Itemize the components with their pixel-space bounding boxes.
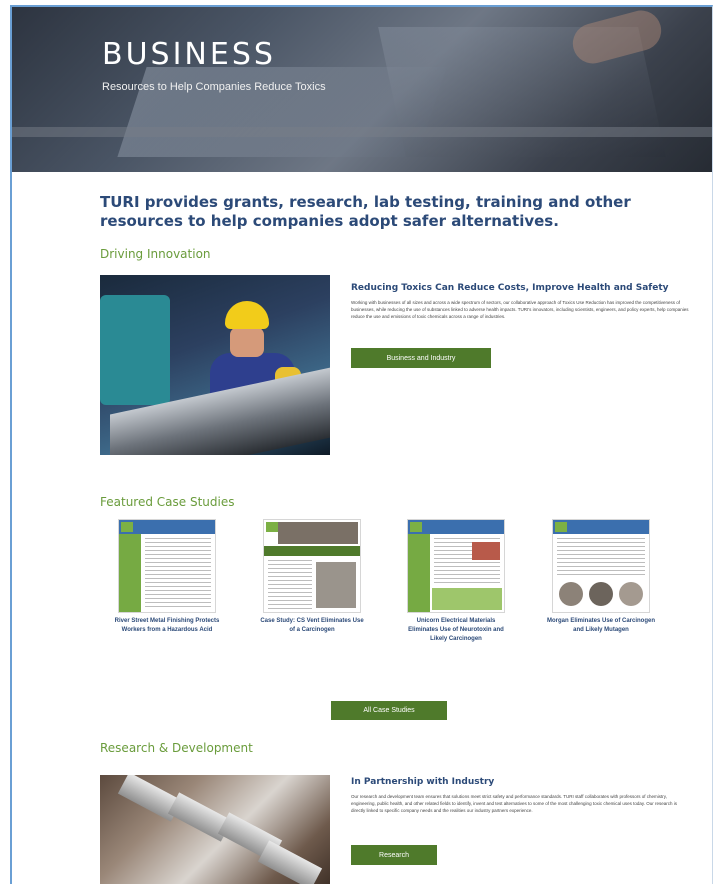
hero-banner: BUSINESS Resources to Help Companies Red… [12,7,712,172]
case-study-card[interactable]: Unicorn Electrical Materials Eliminates … [401,519,511,644]
research-button[interactable]: Research [351,845,437,865]
thumbnail-header [553,520,649,534]
feature-body-reducing-toxics: Working with businesses of all sizes and… [351,300,689,320]
research-photo [100,775,330,884]
case-study-link[interactable]: Unicorn Electrical Materials Eliminates … [401,617,511,644]
case-study-card[interactable]: River Street Metal Finishing Protects Wo… [112,519,222,635]
case-study-thumbnail[interactable] [118,519,216,613]
all-case-studies-button[interactable]: All Case Studies [331,701,447,720]
thumbnail-text [557,538,645,578]
page-title: BUSINESS [102,37,276,72]
feature-title-reducing-toxics[interactable]: Reducing Toxics Can Reduce Costs, Improv… [351,283,669,293]
case-study-link[interactable]: Morgan Eliminates Use of Carcinogen and … [546,617,656,635]
feature-body-partnership: Our research and development team ensure… [351,794,678,814]
thumbnail-sidebar [408,534,430,612]
thumbnail-text [145,538,211,608]
thumbnail-photo [278,522,358,544]
thumbnail-photo [559,582,583,606]
thumbnail-sidebar [119,534,141,612]
case-study-thumbnail[interactable] [552,519,650,613]
thumbnail-callout [432,588,502,610]
metal-blade [257,840,323,884]
hero-photo-rail [12,127,712,137]
turi-logo-icon [555,522,567,532]
page-frame: BUSINESS Resources to Help Companies Red… [10,5,713,884]
machine-shape [100,295,170,405]
worker-face [230,327,264,357]
turi-logo-icon [266,522,278,532]
case-study-thumbnail[interactable] [263,519,361,613]
section-heading-driving-innovation: Driving Innovation [100,247,211,261]
turi-logo-icon [410,522,422,532]
feature-title-partnership[interactable]: In Partnership with Industry [351,777,494,787]
case-study-link[interactable]: River Street Metal Finishing Protects Wo… [112,617,222,635]
case-study-card[interactable]: Case Study: CS Vent Eliminates Use of a … [257,519,367,635]
case-study-card[interactable]: Morgan Eliminates Use of Carcinogen and … [546,519,656,635]
thumbnail-text [268,560,312,610]
intro-statement: TURI provides grants, research, lab test… [100,193,631,230]
case-study-link[interactable]: Case Study: CS Vent Eliminates Use of a … [257,617,367,635]
thumbnail-header [408,520,504,534]
hard-hat-icon [225,301,269,329]
business-and-industry-button[interactable]: Business and Industry [351,348,491,368]
section-heading-case-studies: Featured Case Studies [100,495,235,509]
turi-logo-icon [121,522,133,532]
thumbnail-photo [589,582,613,606]
worker-photo [100,275,330,455]
page-subtitle: Resources to Help Companies Reduce Toxic… [102,81,326,93]
thumbnail-photo [316,562,356,608]
thumbnail-header [119,520,215,534]
thumbnail-photo [619,582,643,606]
thumbnail-photo [472,542,500,560]
thumbnail-header [264,546,360,556]
case-study-thumbnail[interactable] [407,519,505,613]
section-heading-research: Research & Development [100,741,253,755]
